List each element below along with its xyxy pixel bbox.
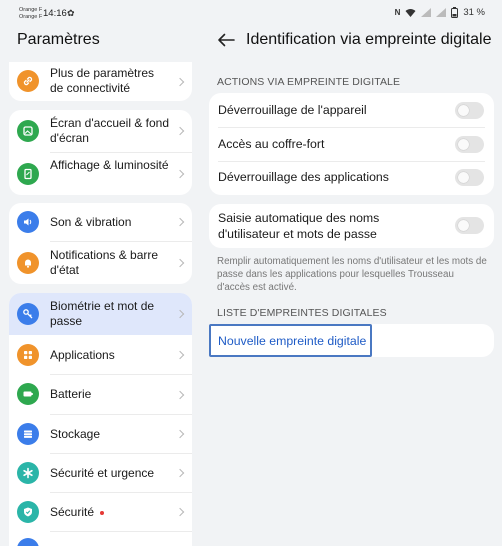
sidebar-item-safety-emergency[interactable]: Sécurité et urgence: [9, 454, 192, 492]
sidebar-item-biometrics[interactable]: Biométrie et mot de passe: [9, 293, 192, 335]
gear-icon: ✿: [67, 8, 75, 18]
wifi-icon: [405, 9, 416, 17]
sidebar-item-label: Son & vibration: [50, 215, 132, 229]
carrier-2: Orange F: [19, 13, 43, 20]
chevron-right-icon: [175, 350, 185, 360]
signal-icon: [421, 8, 432, 17]
toggle-label: Déverrouillage de l'appareil: [218, 103, 367, 117]
sidebar-item-label-row: Sécurité: [50, 505, 170, 520]
settings-card-display: Écran d'accueil & fond d'écran Affichage…: [9, 110, 192, 195]
toggle-label: Accès au coffre-fort: [218, 137, 325, 151]
new-fingerprint-label: Nouvelle empreinte digitale: [218, 334, 367, 348]
toggle-row-device-unlock[interactable]: Déverrouillage de l'appareil: [209, 93, 494, 127]
toggle-row-app-unlock[interactable]: Déverrouillage des applications: [209, 161, 494, 195]
storage-icon: [17, 423, 39, 445]
sidebar-item-label: Écran d'accueil & fond d'écran: [50, 116, 170, 145]
settings-card-connectivity: Plus de paramètres de connectivité: [9, 62, 192, 101]
sidebar-item-label: Notifications & barre d'état: [50, 248, 159, 277]
chevron-right-icon: [175, 258, 185, 268]
chevron-right-icon: [175, 468, 185, 478]
sidebar-item-label: Sécurité: [50, 505, 95, 519]
sound-icon: [17, 211, 39, 233]
battery-level: 31 %: [463, 7, 485, 18]
sidebar-item-label: Sécurité et urgence: [50, 466, 155, 480]
page-title: Identification via empreinte digitale: [246, 31, 492, 48]
sidebar-item-label: Batterie: [50, 387, 92, 401]
autofill-toggle[interactable]: [455, 217, 484, 234]
key-icon: [17, 303, 39, 325]
chevron-right-icon: [175, 390, 185, 399]
fingerprint-list-card: [372, 324, 494, 357]
sidebar-item-label: Stockage: [50, 427, 101, 441]
display-icon: [17, 163, 39, 185]
device-unlock-toggle[interactable]: [455, 102, 484, 119]
clock: 14:16: [43, 8, 67, 19]
sidebar-item-label: Biométrie et mot de passe: [50, 299, 155, 328]
toggle-label: Déverrouillage des applications: [218, 170, 389, 184]
apps-icon: [17, 344, 39, 366]
toggle-row-safe-access[interactable]: Accès au coffre-fort: [209, 127, 494, 161]
sidebar-item-label: Affichage & luminosité: [50, 158, 169, 172]
asterisk-icon: [17, 462, 39, 484]
sidebar-item-applications[interactable]: Applications: [9, 336, 192, 374]
chevron-right-icon: [175, 429, 185, 439]
autofill-description: Remplir automatiquement les noms d'utili…: [217, 256, 487, 293]
back-arrow-icon[interactable]: [216, 32, 236, 48]
battery-icon: [17, 383, 39, 405]
fingerprint-actions-card: Déverrouillage de l'appareil Accès au co…: [209, 93, 494, 195]
section-header-fingerprint-list: LISTE D'EMPREINTES DIGITALES: [217, 307, 387, 319]
sidebar-item-home-screen[interactable]: Écran d'accueil & fond d'écran: [9, 110, 192, 152]
home-screen-icon: [17, 120, 39, 142]
sidebar-item-partial[interactable]: [9, 532, 192, 546]
privacy-icon: [17, 538, 39, 546]
toggle-label: Saisie automatique des noms d'utilisateu…: [218, 211, 380, 241]
sidebar-item-label: Applications: [50, 348, 115, 362]
section-header-actions: ACTIONS VIA EMPREINTE DIGITALE: [217, 76, 401, 88]
nfc-icon: N: [394, 8, 401, 17]
app-unlock-toggle[interactable]: [455, 169, 484, 186]
settings-card-sound: Son & vibration Notifications & barre d'…: [9, 203, 192, 284]
bell-icon: [17, 252, 39, 274]
battery-icon: [451, 7, 459, 18]
sidebar-item-notifications[interactable]: Notifications & barre d'état: [9, 242, 192, 284]
sidebar-item-sound[interactable]: Son & vibration: [9, 203, 192, 241]
sidebar-item-connectivity[interactable]: Plus de paramètres de connectivité: [9, 62, 192, 101]
chevron-right-icon: [175, 126, 185, 136]
sidebar-item-security[interactable]: Sécurité: [9, 493, 192, 531]
settings-card-system: Biométrie et mot de passe Applications B…: [9, 293, 192, 546]
sidebar-item-battery[interactable]: Batterie: [9, 375, 192, 414]
chevron-right-icon: [175, 169, 185, 179]
sidebar-item-storage[interactable]: Stockage: [9, 415, 192, 453]
autofill-card: Saisie automatique des noms d'utilisateu…: [209, 204, 494, 248]
chevron-right-icon: [175, 309, 185, 319]
shield-icon: [17, 501, 39, 523]
notification-badge: [100, 510, 105, 515]
safe-access-toggle[interactable]: [455, 136, 484, 153]
new-fingerprint-button[interactable]: Nouvelle empreinte digitale: [209, 324, 372, 357]
status-bar: Orange F Orange F 14:16 ✿ N 31 %: [0, 0, 502, 26]
toggle-row-autofill[interactable]: Saisie automatique des noms d'utilisateu…: [209, 204, 494, 248]
sidebar-item-display[interactable]: Affichage & luminosité: [9, 153, 192, 195]
signal-icon-2: [436, 8, 447, 17]
carrier-names: Orange F Orange F: [19, 7, 42, 20]
status-icons: N 31 %: [395, 7, 485, 18]
chevron-right-icon: [175, 217, 185, 227]
chevron-right-icon: [175, 77, 185, 86]
sidebar-item-label: Plus de paramètres de connectivité: [50, 66, 155, 95]
settings-title: Paramètres: [17, 31, 100, 48]
carrier-1: Orange F: [19, 7, 43, 13]
link-icon: [17, 70, 39, 92]
chevron-right-icon: [175, 507, 185, 517]
